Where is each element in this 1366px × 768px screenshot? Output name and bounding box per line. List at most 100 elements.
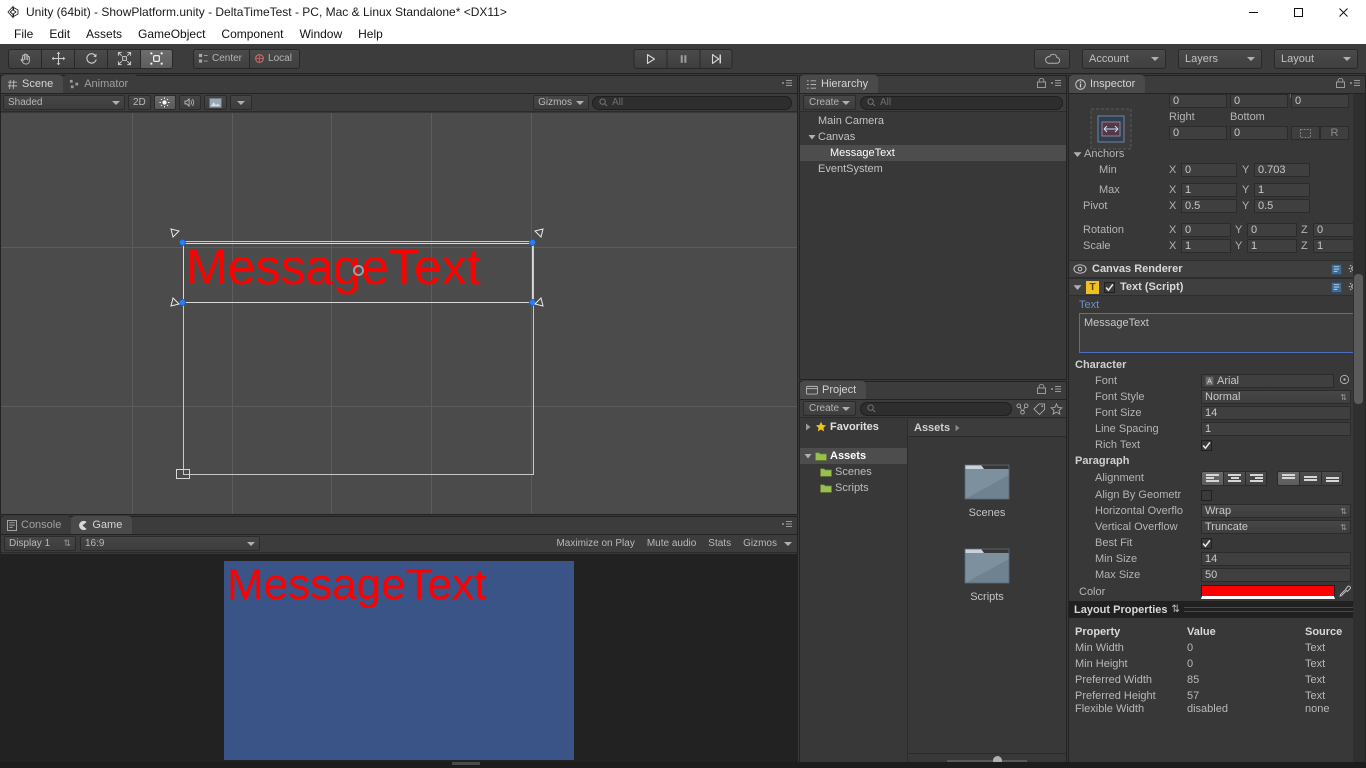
scale-x-field[interactable]: 1 xyxy=(1181,239,1231,253)
menu-assets[interactable]: Assets xyxy=(78,26,130,42)
posz-field[interactable]: 0 xyxy=(1291,94,1349,108)
scene-lighting-button[interactable] xyxy=(153,95,176,110)
rotation-x-field[interactable]: 0 xyxy=(1181,223,1231,237)
tab-game[interactable]: Game xyxy=(71,516,133,534)
draw-mode-dropdown[interactable]: Shaded xyxy=(3,95,125,110)
project-favorites-row[interactable]: Favorites xyxy=(800,419,907,435)
project-create-button[interactable]: Create xyxy=(803,401,857,416)
favorite-star-icon[interactable] xyxy=(1050,402,1063,415)
game-gizmos-toggle[interactable]: Gizmos xyxy=(738,536,782,551)
toggle-2d-button[interactable]: 2D xyxy=(128,95,151,110)
align-top-button[interactable] xyxy=(1277,470,1299,486)
max-size-field[interactable]: 50 xyxy=(1201,568,1351,582)
anchor-min-y-field[interactable]: 0.703 xyxy=(1254,163,1310,177)
panel-menu-icon[interactable] xyxy=(1050,384,1062,394)
align-bottom-button[interactable] xyxy=(1321,470,1343,486)
pause-button[interactable] xyxy=(666,48,700,69)
menu-window[interactable]: Window xyxy=(291,26,350,42)
anchor-handle-br[interactable] xyxy=(532,295,544,307)
project-tree-scenes[interactable]: Scenes xyxy=(800,464,907,480)
game-panel-menu[interactable] xyxy=(781,519,793,529)
canvas-renderer-header[interactable]: Canvas Renderer xyxy=(1069,260,1365,278)
layout-dropdown[interactable]: Layout xyxy=(1274,48,1358,69)
help-book-icon[interactable] xyxy=(1331,281,1342,293)
pivot-x-field[interactable]: 0.5 xyxy=(1181,199,1237,213)
anchor-handle-bl[interactable] xyxy=(170,295,182,307)
lock-icon[interactable] xyxy=(1336,78,1345,88)
scene-panel-menu[interactable] xyxy=(781,78,793,88)
tab-animator[interactable]: Animator xyxy=(63,75,139,93)
play-button[interactable] xyxy=(633,48,667,69)
menu-file[interactable]: File xyxy=(6,26,41,42)
expand-arrow-icon[interactable] xyxy=(806,133,818,141)
filter-by-type-icon[interactable] xyxy=(1016,402,1029,415)
step-button[interactable] xyxy=(699,48,733,69)
menu-gameobject[interactable]: GameObject xyxy=(130,26,213,42)
panel-menu-icon[interactable] xyxy=(1349,78,1361,88)
color-swatch[interactable] xyxy=(1201,585,1335,599)
text-value-input[interactable]: MessageText xyxy=(1079,313,1355,353)
pivot-handle[interactable] xyxy=(353,265,364,276)
horizontal-overflow-dropdown[interactable]: Wrap ⇅ xyxy=(1201,504,1351,518)
mute-audio-toggle[interactable]: Mute audio xyxy=(642,536,701,551)
hierarchy-item-messagetext[interactable]: MessageText xyxy=(800,145,1066,161)
close-button[interactable] xyxy=(1321,0,1366,24)
text-script-header[interactable]: T Text (Script) xyxy=(1069,278,1365,296)
resize-handle-tr[interactable] xyxy=(529,239,536,246)
minimize-button[interactable] xyxy=(1231,0,1276,24)
scene-viewport[interactable]: MessageText xyxy=(1,113,797,514)
anchor-handle-tl[interactable] xyxy=(170,228,182,240)
rotation-y-field[interactable]: 0 xyxy=(1247,223,1297,237)
scrollbar-thumb[interactable] xyxy=(1354,274,1363,404)
align-right-button[interactable] xyxy=(1245,470,1267,486)
maximize-button[interactable] xyxy=(1276,0,1321,24)
help-book-icon[interactable] xyxy=(1331,263,1342,275)
display-dropdown[interactable]: Display 1 ⇅ xyxy=(4,536,76,551)
hierarchy-search-input[interactable]: All xyxy=(860,95,1063,110)
align-center-button[interactable] xyxy=(1223,470,1245,486)
rect-tool-button[interactable] xyxy=(140,48,173,69)
text-enabled-checkbox[interactable] xyxy=(1104,281,1115,293)
right-field[interactable]: 0 xyxy=(1169,126,1227,140)
hierarchy-tree[interactable]: Main Camera Canvas MessageText EventSyst… xyxy=(800,113,1066,379)
maximize-on-play-toggle[interactable]: Maximize on Play xyxy=(551,536,639,551)
anchor-min-x-field[interactable]: 0 xyxy=(1181,163,1237,177)
gizmos-dropdown[interactable]: Gizmos xyxy=(533,95,589,110)
anchors-foldout[interactable]: Anchors xyxy=(1069,146,1365,162)
lock-icon[interactable] xyxy=(1037,78,1046,88)
hand-tool-button[interactable] xyxy=(8,48,41,69)
move-tool-button[interactable] xyxy=(41,48,74,69)
rich-text-checkbox[interactable] xyxy=(1201,439,1212,451)
project-tree[interactable]: Favorites Assets Scenes Scripts xyxy=(800,419,908,767)
font-object-field[interactable]: A Arial xyxy=(1201,374,1334,388)
blueprint-mode-button[interactable]: R xyxy=(1320,126,1349,140)
scene-audio-button[interactable] xyxy=(178,95,201,110)
tab-inspector[interactable]: Inspector xyxy=(1069,75,1146,93)
top-field[interactable]: 0 xyxy=(1230,94,1288,108)
chevron-down-icon[interactable] xyxy=(784,541,792,546)
filter-by-label-icon[interactable] xyxy=(1033,402,1046,415)
tab-scene[interactable]: Scene xyxy=(1,75,64,93)
space-mode-button[interactable]: Local xyxy=(249,48,300,69)
tab-hierarchy[interactable]: Hierarchy xyxy=(800,75,879,93)
scale-tool-button[interactable] xyxy=(107,48,140,69)
anchor-handle-tr[interactable] xyxy=(532,228,544,240)
asset-item-scripts[interactable]: Scripts xyxy=(948,537,1026,603)
anchor-max-y-field[interactable]: 1 xyxy=(1254,183,1310,197)
aspect-dropdown[interactable]: 16:9 xyxy=(80,536,260,551)
inspector-scrollbar[interactable] xyxy=(1353,94,1365,767)
scene-search-input[interactable]: All xyxy=(592,95,792,110)
layers-dropdown[interactable]: Layers xyxy=(1178,48,1262,69)
left-field[interactable]: 0 xyxy=(1169,94,1227,108)
min-size-field[interactable]: 14 xyxy=(1201,552,1351,566)
menu-help[interactable]: Help xyxy=(350,26,391,42)
pivot-mode-button[interactable]: Center xyxy=(193,48,250,69)
scene-fx-button[interactable] xyxy=(203,95,227,110)
rotate-tool-button[interactable] xyxy=(74,48,107,69)
stats-toggle[interactable]: Stats xyxy=(703,536,736,551)
tab-project[interactable]: Project xyxy=(800,381,867,399)
layout-properties-header[interactable]: Layout Properties ⇅ xyxy=(1069,601,1365,618)
hierarchy-create-button[interactable]: Create xyxy=(803,95,857,110)
menu-edit[interactable]: Edit xyxy=(41,26,78,42)
anchor-max-x-field[interactable]: 1 xyxy=(1181,183,1237,197)
